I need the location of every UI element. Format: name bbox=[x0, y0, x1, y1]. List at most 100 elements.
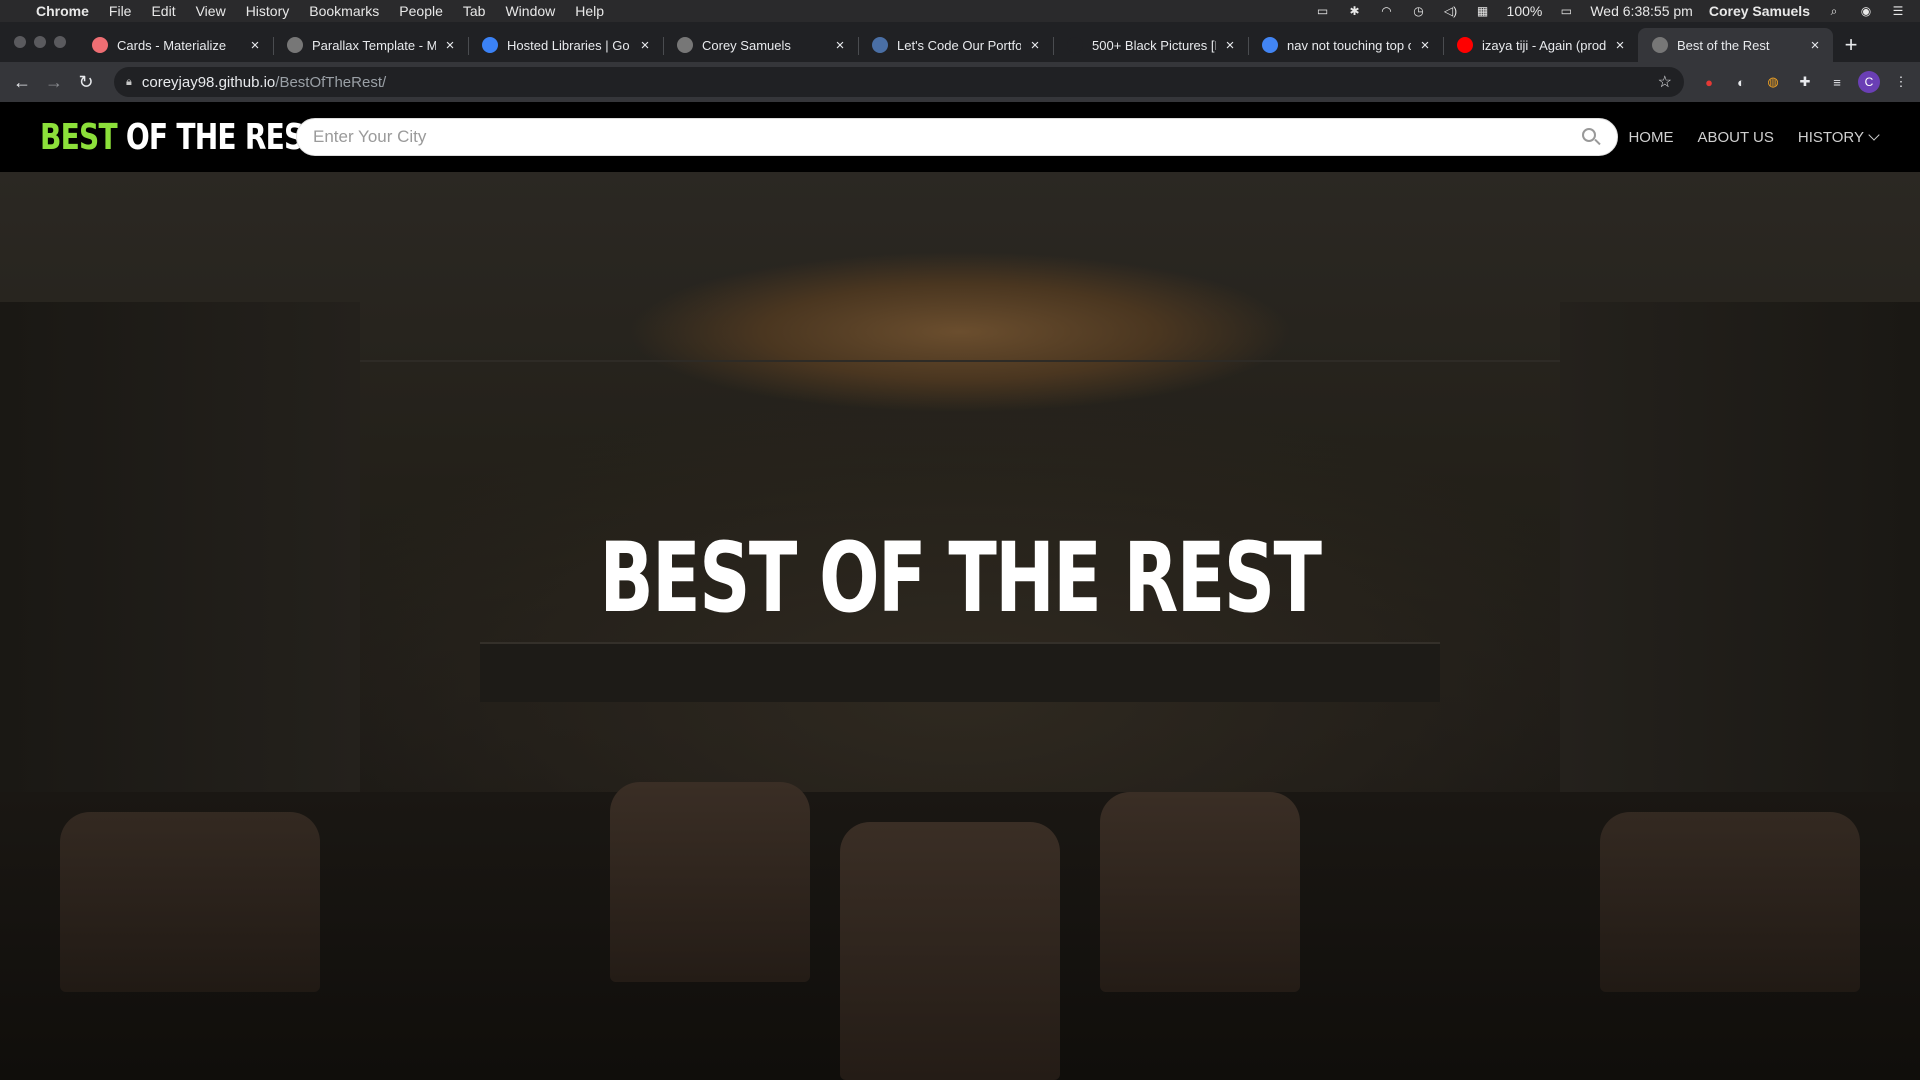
tab-close-icon[interactable]: × bbox=[1807, 37, 1823, 54]
menu-people[interactable]: People bbox=[399, 3, 443, 19]
siri-icon[interactable]: ◉ bbox=[1858, 4, 1874, 18]
hero-bg-chair bbox=[610, 782, 810, 982]
tab-favicon-icon bbox=[1457, 37, 1473, 53]
tab-list: Cards - Materialize × Parallax Template - … bbox=[78, 22, 1833, 62]
url-path: /BestOfTheRest/ bbox=[275, 73, 387, 91]
menu-app-chrome[interactable]: Chrome bbox=[36, 3, 89, 19]
menu-history[interactable]: History bbox=[246, 3, 290, 19]
browser-tab[interactable]: Corey Samuels × bbox=[663, 28, 858, 62]
tab-close-icon[interactable]: × bbox=[832, 37, 848, 54]
tab-title: izaya tiji - Again (prod bbox=[1482, 37, 1606, 53]
browser-tab[interactable]: Let's Code Our Portfoli × bbox=[858, 28, 1053, 62]
tab-favicon-icon bbox=[482, 37, 498, 53]
window-controls bbox=[0, 22, 78, 62]
zoom-window-button[interactable] bbox=[54, 36, 66, 48]
bluetooth-icon[interactable]: ✱ bbox=[1347, 4, 1363, 18]
site-logo[interactable]: BEST OF THE REST bbox=[40, 116, 323, 158]
menu-window[interactable]: Window bbox=[505, 3, 555, 19]
tab-close-icon[interactable]: × bbox=[247, 37, 263, 54]
hero-bg-chair bbox=[1100, 792, 1300, 992]
tab-title: Hosted Libraries | Go bbox=[507, 37, 630, 53]
menu-file[interactable]: File bbox=[109, 3, 132, 19]
wifi-icon[interactable]: ◠ bbox=[1379, 4, 1395, 18]
browser-toolbar: ← → ↻ 🔒︎ coreyjay98.github.io /BestOfThe… bbox=[0, 62, 1920, 102]
browser-tab[interactable]: izaya tiji - Again (prod × bbox=[1443, 28, 1638, 62]
tab-close-icon[interactable]: × bbox=[442, 37, 458, 54]
tab-title: nav not touching top o bbox=[1287, 37, 1411, 53]
site-navbar: BEST OF THE REST HOME ABOUT US HISTORY bbox=[0, 102, 1920, 172]
battery-icon[interactable]: ▭ bbox=[1558, 4, 1574, 18]
nav-about-link[interactable]: ABOUT US bbox=[1697, 129, 1773, 146]
user-name[interactable]: Corey Samuels bbox=[1709, 3, 1810, 19]
bookmark-star-icon[interactable]: ☆ bbox=[1658, 72, 1672, 92]
minimize-window-button[interactable] bbox=[34, 36, 46, 48]
clock[interactable]: Wed 6:38:55 pm bbox=[1590, 3, 1692, 19]
browser-tab-strip: Cards - Materialize × Parallax Template - … bbox=[0, 22, 1920, 62]
tab-favicon-icon bbox=[1652, 37, 1668, 53]
spotlight-search-icon[interactable]: ⌕ bbox=[1826, 4, 1842, 18]
media-queue-icon[interactable]: ≡ bbox=[1826, 71, 1848, 93]
browser-tab[interactable]: Cards - Materialize × bbox=[78, 28, 273, 62]
menu-bookmarks[interactable]: Bookmarks bbox=[309, 3, 379, 19]
browser-tab[interactable]: nav not touching top o × bbox=[1248, 28, 1443, 62]
chevron-down-icon bbox=[1868, 128, 1880, 141]
forward-button[interactable]: → bbox=[40, 68, 68, 96]
close-window-button[interactable] bbox=[14, 36, 26, 48]
search-icon[interactable] bbox=[1581, 127, 1601, 147]
tab-title: Corey Samuels bbox=[702, 37, 791, 53]
notification-center-icon[interactable]: ☰ bbox=[1890, 4, 1906, 18]
hero-title: BEST OF THE REST bbox=[599, 522, 1322, 634]
lock-icon[interactable]: 🔒︎ bbox=[126, 76, 132, 89]
tab-favicon-icon bbox=[287, 37, 303, 53]
url-host: coreyjay98.github.io bbox=[141, 73, 276, 91]
new-tab-button[interactable]: + bbox=[1833, 28, 1869, 62]
battery-percentage[interactable]: 100% bbox=[1507, 3, 1543, 19]
back-button[interactable]: ← bbox=[8, 68, 36, 96]
chrome-menu-icon[interactable]: ⋮ bbox=[1890, 71, 1912, 93]
menu-edit[interactable]: Edit bbox=[151, 3, 175, 19]
hero-bg-chair bbox=[60, 812, 320, 992]
logo-white-text: OF THE REST bbox=[116, 116, 323, 158]
menu-view[interactable]: View bbox=[196, 3, 226, 19]
browser-tab[interactable]: Parallax Template - Ma × bbox=[273, 28, 468, 62]
city-search-input[interactable] bbox=[313, 127, 1581, 147]
extension-colorful-icon[interactable]: ◍ bbox=[1762, 71, 1784, 93]
time-machine-icon[interactable]: ◷ bbox=[1411, 4, 1427, 18]
macos-menu-bar: Chrome File Edit View History Bookmarks … bbox=[0, 0, 1920, 22]
address-bar[interactable]: 🔒︎ coreyjay98.github.io /BestOfTheRest/ … bbox=[114, 67, 1684, 97]
tab-close-icon[interactable]: × bbox=[1417, 37, 1433, 54]
hero-bg-bar-counter bbox=[480, 642, 1440, 702]
tab-title: Best of the Rest bbox=[1677, 37, 1770, 53]
web-page: BEST OF THE REST HOME ABOUT US HISTORY B… bbox=[0, 102, 1920, 1080]
screen-mirror-icon[interactable]: ▭ bbox=[1315, 4, 1331, 18]
tab-title: Cards - Materialize bbox=[117, 37, 227, 53]
menu-tab[interactable]: Tab bbox=[463, 3, 486, 19]
hero-banner: BEST OF THE REST bbox=[0, 172, 1920, 1080]
logo-green-text: BEST bbox=[40, 116, 118, 158]
nav-home-link[interactable]: HOME bbox=[1628, 129, 1673, 146]
nav-history-label: HISTORY bbox=[1797, 128, 1864, 146]
nav-history-dropdown[interactable]: HISTORY bbox=[1797, 128, 1880, 146]
extensions-puzzle-icon[interactable]: ✚ bbox=[1794, 71, 1816, 93]
hero-bg-ceiling bbox=[180, 172, 1740, 362]
tab-close-icon[interactable]: × bbox=[1612, 37, 1628, 54]
profile-avatar[interactable]: C bbox=[1858, 71, 1880, 93]
input-source-flag-icon[interactable]: ▦ bbox=[1475, 4, 1491, 18]
tab-close-icon[interactable]: × bbox=[1027, 37, 1043, 54]
volume-icon[interactable]: ◁) bbox=[1443, 4, 1459, 18]
hero-bg-chair bbox=[1600, 812, 1860, 992]
tab-close-icon[interactable]: × bbox=[1222, 37, 1238, 54]
tab-title: 500+ Black Pictures [H bbox=[1092, 37, 1216, 53]
tab-favicon-icon bbox=[92, 37, 108, 53]
reload-button[interactable]: ↻ bbox=[72, 68, 100, 96]
extension-circle-icon[interactable]: ◐ bbox=[1730, 71, 1752, 93]
extension-red-icon[interactable]: ● bbox=[1698, 71, 1720, 93]
browser-tab[interactable]: Hosted Libraries | Go × bbox=[468, 28, 663, 62]
tab-title: Parallax Template - Ma bbox=[312, 37, 436, 53]
browser-tab[interactable]: Best of the Rest × bbox=[1638, 28, 1833, 62]
menu-help[interactable]: Help bbox=[575, 3, 604, 19]
tab-favicon-icon bbox=[872, 37, 888, 53]
tab-close-icon[interactable]: × bbox=[637, 37, 653, 54]
site-nav-links: HOME ABOUT US HISTORY bbox=[1628, 102, 1880, 172]
browser-tab[interactable]: 500+ Black Pictures [H × bbox=[1053, 28, 1248, 62]
